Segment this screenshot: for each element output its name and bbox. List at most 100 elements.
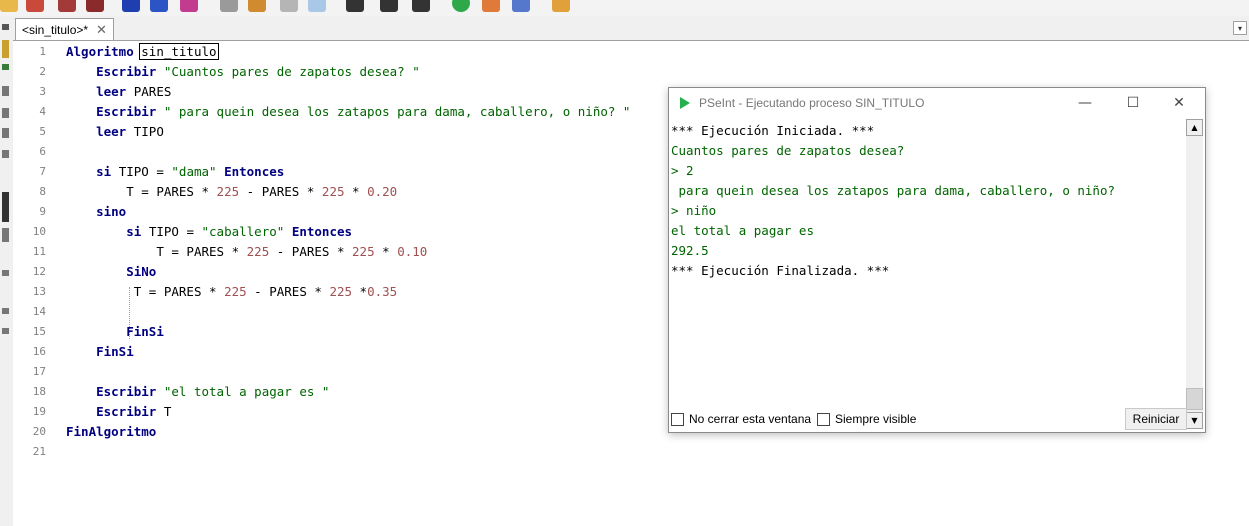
console-line: *** Ejecución Finalizada. *** <box>671 263 890 278</box>
strip-marker <box>2 64 9 70</box>
strip-marker <box>2 40 9 58</box>
console-line: *** Ejecución Iniciada. *** <box>671 123 875 138</box>
keep-open-checkbox[interactable]: No cerrar esta ventana <box>671 412 811 426</box>
find-icon[interactable] <box>280 0 298 12</box>
keyword: Entonces <box>291 224 353 239</box>
tab-title: <sin_titulo>* <box>22 22 89 37</box>
paste-icon[interactable] <box>248 0 266 12</box>
console-line: 292.5 <box>671 243 709 258</box>
line-number: 21 <box>32 445 46 458</box>
always-visible-checkbox[interactable]: Siempre visible <box>817 412 916 426</box>
keyword: FinSi <box>96 344 134 359</box>
scroll-down-icon[interactable]: ▼ <box>1186 412 1203 429</box>
keyword: si <box>96 164 112 179</box>
console-line: > niño <box>671 203 717 218</box>
console-output[interactable]: *** Ejecución Iniciada. *** Cuantos pare… <box>671 121 1183 406</box>
tab-sin-titulo[interactable]: <sin_titulo>* ✕ <box>15 18 114 40</box>
string-literal: "dama" <box>171 164 217 179</box>
line-number: 5 <box>39 125 46 138</box>
scroll-thumb[interactable] <box>1186 388 1203 410</box>
number: 225 <box>321 184 345 199</box>
string-literal: "el total a pagar es " <box>163 384 330 399</box>
minimize-button[interactable]: — <box>1065 92 1105 114</box>
checkbox-box[interactable] <box>671 412 684 426</box>
console-scrollbar[interactable]: ▲ ▼ <box>1186 119 1203 429</box>
cut-icon[interactable] <box>180 0 198 12</box>
expression: T = PARES * <box>126 184 210 199</box>
strip-marker <box>2 128 9 138</box>
keyword: Escribir <box>96 384 157 399</box>
zoom-in-icon[interactable] <box>346 0 364 12</box>
save-as-icon[interactable] <box>86 0 104 12</box>
strip-marker <box>2 108 9 118</box>
line-number: 20 <box>32 425 46 438</box>
code-line: 1 Algoritmo sin_titulo <box>13 42 1249 62</box>
restart-button[interactable]: Reiniciar <box>1125 408 1187 430</box>
console-line: > 2 <box>671 163 694 178</box>
save-icon[interactable] <box>58 0 76 12</box>
strip-marker <box>2 150 9 158</box>
keyword: sino <box>96 204 127 219</box>
line-number: 2 <box>39 65 46 78</box>
run-window-footer: No cerrar esta ventana Siempre visible R… <box>669 406 1187 430</box>
identifier: PARES <box>133 84 172 99</box>
number: 0.10 <box>397 244 428 259</box>
line-number: 13 <box>32 285 46 298</box>
indent-icon[interactable] <box>308 0 326 12</box>
checkbox-box[interactable] <box>817 412 830 426</box>
always-visible-label: Siempre visible <box>835 412 917 426</box>
line-number: 10 <box>32 225 46 238</box>
keyword: si <box>126 224 142 239</box>
debug-icon[interactable] <box>512 0 530 12</box>
keyword: Escribir <box>96 64 157 79</box>
toolbar <box>0 0 1249 16</box>
chevron-down-icon[interactable]: ▾ <box>1233 21 1247 35</box>
number: 225 <box>224 284 247 299</box>
keyword: FinAlgoritmo <box>66 424 157 439</box>
scroll-up-icon[interactable]: ▲ <box>1186 119 1203 136</box>
keep-open-label: No cerrar esta ventana <box>689 412 812 426</box>
run-window-titlebar[interactable]: PSeInt - Ejecutando proceso SIN_TITULO —… <box>669 88 1205 118</box>
line-number: 12 <box>32 265 46 278</box>
operator: * <box>359 284 368 299</box>
number: 0.35 <box>367 284 398 299</box>
line-number: 17 <box>32 365 46 378</box>
line-number: 11 <box>32 245 46 258</box>
keyword: SiNo <box>126 264 157 279</box>
number: 0.20 <box>367 184 398 199</box>
console-line: el total a pagar es <box>671 223 814 238</box>
run-icon[interactable] <box>452 0 470 12</box>
line-number: 6 <box>39 145 46 158</box>
operator: * <box>352 184 360 199</box>
new-file-icon[interactable] <box>0 0 18 12</box>
open-icon[interactable] <box>26 0 44 12</box>
code-line: 21 <box>13 442 1249 462</box>
step-icon[interactable] <box>482 0 500 12</box>
identifier: TIPO <box>133 124 164 139</box>
keyword: leer <box>96 124 127 139</box>
keyword: Escribir <box>96 104 157 119</box>
operator: * <box>382 244 390 259</box>
undo-icon[interactable] <box>122 0 140 12</box>
keyword: Escribir <box>96 404 157 419</box>
expression: - PARES * <box>246 184 315 199</box>
string-literal: " para quein desea los zatapos para dama… <box>163 104 631 119</box>
run-window[interactable]: PSeInt - Ejecutando proceso SIN_TITULO —… <box>668 87 1206 433</box>
line-number: 16 <box>32 345 46 358</box>
keyword: Entonces <box>224 164 285 179</box>
close-icon[interactable]: ✕ <box>96 22 107 38</box>
side-panel-strip[interactable] <box>0 16 14 526</box>
keyword: Algoritmo <box>66 44 134 59</box>
algorithm-name: sin_titulo <box>139 43 219 60</box>
zoom-out-icon[interactable] <box>380 0 398 12</box>
line-number: 3 <box>39 85 46 98</box>
redo-icon[interactable] <box>150 0 168 12</box>
font-icon[interactable] <box>412 0 430 12</box>
maximize-button[interactable]: ☐ <box>1113 92 1153 114</box>
keyword: FinSi <box>126 324 164 339</box>
copy-icon[interactable] <box>220 0 238 12</box>
help-icon[interactable] <box>552 0 570 12</box>
close-button[interactable]: ✕ <box>1159 92 1199 114</box>
line-number: 18 <box>32 385 46 398</box>
pseint-logo-icon <box>680 97 690 109</box>
